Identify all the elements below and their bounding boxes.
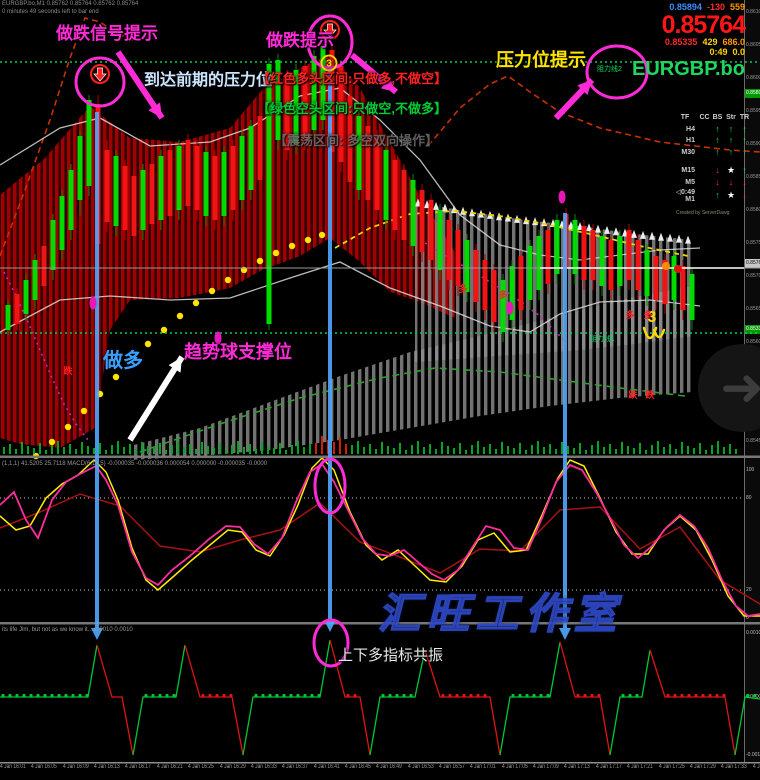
time-axis: 4 Jan 16:01 4 Jan 16:05 4 Jan 16:09 4 Jan 1… [0, 764, 760, 780]
dashboard-row-H4: H4 ↑ ↑ ↑ [672, 124, 751, 136]
up-arrow-icon: ↑ [715, 190, 720, 200]
svg-text:多: 多 [498, 289, 507, 300]
short-signal-label: 做跌信号提示 [56, 24, 158, 43]
time-label: 4 Jan 16:25 [188, 764, 214, 770]
svg-text:多: 多 [458, 283, 467, 294]
up-arrow-icon: ↑ [715, 146, 720, 157]
resistance-line-2-label: 阻力线2 [597, 66, 622, 73]
time-label: 4 Jan 16:37 [282, 764, 308, 770]
dashboard-row-M5: M5 ↓ ↓ ↓ [672, 177, 751, 189]
quote-timer: 0:49 [709, 46, 728, 57]
time-label: 4 Jan 16:45 [344, 764, 371, 770]
reach-resistance-label: 到达前期的压力位 [144, 72, 273, 89]
time-label: 4 Jan 17:13 [564, 764, 591, 770]
dashboard-col-TR: TR [739, 114, 750, 122]
down-arrow-icon: ↓ [715, 176, 720, 187]
star-arrow-icon: ★ [726, 190, 736, 200]
resistance-hint-label: 压力位提示 [496, 50, 586, 70]
up-arrow-icon: ↑ [742, 146, 747, 157]
time-label: 4 Jan 16:13 [94, 764, 120, 770]
time-label: 4 Jan 17:37 [752, 764, 760, 770]
quote-panel: 0.85894 -130 559 0.85764 0.85335 429 686… [632, 2, 746, 81]
time-label: 4 Jan 16:53 [407, 764, 434, 770]
time-label: 4 Jan 17:17 [595, 764, 622, 770]
time-label: 4 Jan 16:41 [313, 764, 340, 770]
resistance-line-1-label: 阻力线1 [590, 336, 615, 343]
down-arrow-icon: ↓ [728, 176, 734, 187]
time-label: 4 Jan 17:09 [533, 764, 559, 770]
trend-ball-support-label: 趋势球支撑位 [184, 342, 292, 362]
svg-text:多: 多 [625, 309, 634, 320]
quote-low: 0.85335 [664, 36, 698, 47]
dashboard-col-Str: Str [726, 114, 736, 122]
up-arrow-icon: ↑ [728, 135, 734, 146]
symbol-label: EURGBP.bo [632, 57, 745, 80]
down-arrow-icon: ↓ [742, 190, 747, 200]
time-label: 4 Jan 16:05 [31, 764, 58, 770]
dashboard-row-M1: ◁0:49 M1 ↑ ★ ↓ [672, 188, 751, 203]
time-label: 4 Jan 17:05 [501, 764, 528, 770]
up-arrow-icon: ↑ [742, 123, 747, 134]
up-arrow-icon: ↑ [715, 123, 720, 134]
time-label: 4 Jan 16:01 [0, 764, 26, 770]
oscillator-header: its life Jim, but not as we know it... 0… [2, 627, 133, 633]
up-arrow-icon: ↑ [742, 135, 747, 146]
svg-text:跌: 跌 [645, 389, 655, 400]
timeframe-dashboard: TF CC BS Str TR H4 ↑ ↑ ↑ H1 ↑ ↑ ↑ M30 ↑ ↑ ↑ M15 ↓ ★ ↑ M5 ↓ ↓ ↓ ◁0… [672, 112, 751, 203]
chart-title-line: EURGBP.bo,M1 0.85762 0.85764 0.85762 0.8… [2, 1, 139, 7]
time-label: 4 Jan 16:57 [439, 764, 465, 770]
up-arrow-icon: ↑ [728, 146, 734, 157]
dashboard-row-M15: M15 ↓ ★ ↑ [672, 165, 751, 177]
time-label: 4 Jan 16:21 [156, 764, 183, 770]
volume-ticks [3, 436, 737, 454]
bar-countdown-line: 0 minutes 49 seconds left to bar end [2, 9, 99, 15]
star-arrow-icon: ★ [726, 165, 736, 176]
time-label: 4 Jan 16:33 [250, 764, 277, 770]
quote-price: 0.85764 [661, 10, 746, 39]
up-arrow-icon: ↑ [728, 123, 734, 134]
resonance-label: 上下多指标共振 [338, 647, 444, 664]
down-arrow-icon: ↓ [715, 165, 720, 176]
go-long-label: 做多 [103, 350, 143, 372]
down-arrow-icon: ↓ [742, 176, 747, 187]
up-arrow-icon: ↑ [742, 165, 747, 176]
time-label: 4 Jan 17:25 [658, 764, 685, 770]
dashboard-col-TF: TF [680, 114, 690, 122]
time-label: 4 Jan 16:49 [376, 764, 403, 770]
trading-platform-window: { "header": { "title_line": "EURGBP.bo,M… [0, 0, 760, 780]
short-hint-label: 做跌提示 [266, 31, 334, 50]
watermark: 汇旺工作室 [377, 589, 624, 638]
right-arrow-icon: ➜ [720, 359, 760, 417]
dashboard-row-M30: M30 ↑ ↑ ↑ [672, 147, 751, 159]
time-label: 4 Jan 16:17 [125, 764, 152, 770]
osc-zone-rule-label: 【震荡区间: 多空双向操作】 [274, 133, 438, 148]
time-label: 4 Jan 16:29 [219, 764, 246, 770]
time-label: 4 Jan 16:09 [62, 764, 89, 770]
svg-text:多: 多 [643, 309, 652, 320]
dashboard-col-CC: CC [699, 114, 710, 122]
time-label: 4 Jan 17:21 [627, 764, 653, 770]
svg-text:跌: 跌 [628, 389, 638, 400]
svg-text:跌: 跌 [63, 365, 73, 376]
time-label: 4 Jan 17:33 [721, 764, 747, 770]
dashboard-col-BS: BS [712, 114, 723, 122]
green-zone-rule-label: 【绿色空头区间:只做空,不做多】 [257, 101, 447, 116]
macd-header: (1,1,1) 41.5205 25.7118 MACD(6,13,5) -0.… [2, 461, 268, 467]
time-label: 4 Jan 17:29 [689, 764, 716, 770]
dashboard-header-row: TF CC BS Str TR [672, 112, 751, 124]
time-label: 4 Jan 17:01 [470, 764, 497, 770]
red-zone-rule-label: 【红色多头区间:只做多,不做空】 [257, 71, 447, 86]
indicator-credit: Created by ServerDawg [676, 210, 730, 216]
quote-zero: 0.0 [732, 46, 745, 57]
dashboard-row-H1: H1 ↑ ↑ ↑ [672, 135, 751, 147]
up-arrow-icon: ↑ [715, 135, 720, 146]
